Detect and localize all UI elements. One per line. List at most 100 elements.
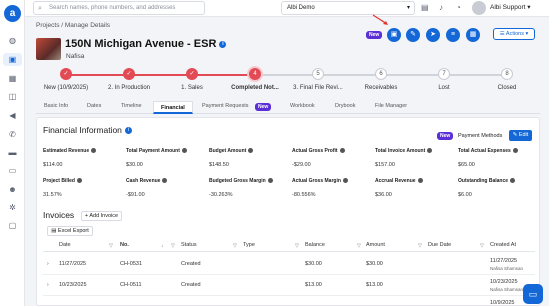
- filter-icon[interactable]: ▽: [295, 243, 299, 249]
- add-invoice-button[interactable]: + Add Invoice: [81, 211, 122, 221]
- info-icon[interactable]: i: [124, 127, 132, 135]
- metric-value: $30.00: [126, 162, 143, 168]
- invoices-title: Invoices: [43, 210, 75, 220]
- info-icon[interactable]: [342, 178, 348, 184]
- calendar-icon[interactable]: ▦: [8, 74, 17, 83]
- clock-icon[interactable]: ◔: [456, 3, 461, 12]
- bell-icon[interactable]: ♪: [439, 3, 443, 12]
- step-number: 8: [501, 68, 513, 80]
- cell-balance: $13.00: [305, 282, 322, 288]
- filter-icon[interactable]: ▽: [357, 243, 361, 249]
- cell-amount: $30.00: [366, 261, 383, 267]
- financial-card: Financial Information i New Payment Metho…: [36, 117, 540, 306]
- info-icon[interactable]: [510, 178, 516, 184]
- tab-basic-info[interactable]: Basic Info: [44, 103, 68, 109]
- check-icon: ✓: [60, 68, 72, 80]
- col-amount[interactable]: Amount: [366, 242, 385, 248]
- monitor-icon[interactable]: ▢: [8, 221, 17, 230]
- tab-dates[interactable]: Dates: [87, 103, 101, 109]
- phone-icon[interactable]: ✆: [8, 130, 17, 139]
- metric: Budgeted Gross Margin -30.263%: [209, 178, 293, 198]
- tab-timeline[interactable]: Timeline: [121, 103, 142, 109]
- info-icon[interactable]: [267, 178, 273, 184]
- megaphone-icon[interactable]: ◀: [8, 111, 17, 120]
- metric-value: -$91.00: [126, 192, 145, 198]
- tab-drybook[interactable]: Drybook: [335, 103, 355, 109]
- col-due-date[interactable]: Due Date: [428, 242, 451, 248]
- actions-dropdown-button[interactable]: ☰ Actions ▾: [493, 28, 535, 40]
- metric-value: $157.00: [375, 162, 395, 168]
- metric: Accrual Revenue $36.00: [375, 178, 459, 198]
- metric: Budget Amount $148.50: [209, 148, 293, 168]
- user-avatar[interactable]: [472, 1, 486, 15]
- cell-no[interactable]: CH-0511: [120, 282, 142, 288]
- metric-label: Actual Gross Margin: [292, 178, 341, 184]
- filter-icon[interactable]: ▽: [171, 243, 175, 249]
- metric-label: Budget Amount: [209, 148, 247, 154]
- info-icon[interactable]: [512, 148, 518, 154]
- edit-action-button[interactable]: ✎: [406, 28, 420, 42]
- edit-label: Edit: [518, 132, 529, 138]
- calendar-alt-action-button[interactable]: ▦: [466, 28, 480, 42]
- company-selector[interactable]: Albi Demo ▾: [281, 1, 415, 15]
- info-icon[interactable]: [162, 178, 168, 184]
- payment-methods-link[interactable]: Payment Methods: [458, 133, 502, 139]
- settings-icon[interactable]: ✲: [8, 203, 17, 212]
- table-row[interactable]: › 10/23/2025 CH-0511 Created $13.00 $13.…: [43, 276, 535, 296]
- calendar-action-button[interactable]: ▣: [387, 28, 401, 42]
- info-icon[interactable]: [339, 148, 345, 154]
- project-thumbnail: [36, 38, 61, 60]
- step-number: 4: [249, 68, 261, 80]
- col-no[interactable]: No.: [120, 242, 129, 248]
- list-action-button[interactable]: ≡: [446, 28, 460, 42]
- col-balance[interactable]: Balance: [305, 242, 325, 248]
- app-logo[interactable]: a: [4, 5, 21, 22]
- tab-workbook[interactable]: Workbook: [290, 103, 315, 109]
- arrow-pointer-icon: [372, 14, 388, 25]
- new-badge: New: [255, 103, 272, 111]
- info-icon[interactable]: [417, 178, 423, 184]
- metric: Total Invoice Amount $157.00: [375, 148, 459, 168]
- excel-export-button[interactable]: ▤ Excel Export: [47, 226, 93, 236]
- info-icon[interactable]: [181, 148, 187, 154]
- sort-icon[interactable]: ↓: [161, 243, 164, 249]
- tab-file-manager[interactable]: File Manager: [375, 103, 407, 109]
- map-icon[interactable]: ◫: [8, 92, 17, 101]
- send-action-button[interactable]: ➤: [426, 28, 440, 42]
- cell-no[interactable]: CH-0531: [120, 261, 142, 267]
- table-row[interactable]: › 11/27/2025 CH-0531 Created $30.00 $30.…: [43, 255, 535, 275]
- chevron-right-icon[interactable]: ›: [47, 261, 49, 267]
- tab-payment-requests[interactable]: Payment Requests: [202, 103, 248, 109]
- folder-icon[interactable]: ▬: [8, 148, 17, 157]
- truck-icon[interactable]: ▭: [8, 166, 17, 175]
- filter-icon[interactable]: ▽: [480, 243, 484, 249]
- info-icon[interactable]: [427, 148, 433, 154]
- search-input[interactable]: ⌕ Search names, phone numbers, and addre…: [33, 1, 205, 15]
- financial-title: Financial Information i: [43, 125, 132, 135]
- briefcase-icon[interactable]: ▣: [8, 55, 17, 64]
- filter-icon[interactable]: ▽: [233, 243, 237, 249]
- info-icon[interactable]: [76, 178, 82, 184]
- info-icon[interactable]: [248, 148, 254, 154]
- metric: Actual Gross Margin -80.556%: [292, 178, 376, 198]
- col-created-at[interactable]: Created At: [490, 242, 516, 248]
- tab-financial[interactable]: Financial: [153, 101, 193, 114]
- project-title-text: 150N Michigan Avenue - ESR: [65, 38, 217, 50]
- chevron-right-icon[interactable]: ›: [47, 282, 49, 288]
- filter-icon[interactable]: ▽: [109, 243, 113, 249]
- col-status[interactable]: Status: [181, 242, 197, 248]
- filter-icon[interactable]: ▽: [418, 243, 422, 249]
- edit-button[interactable]: ✎ Edit: [509, 130, 532, 141]
- table-row[interactable]: 10/9/2025: [43, 297, 535, 306]
- search-icon: ⌕: [38, 5, 42, 12]
- info-icon[interactable]: i: [219, 40, 227, 48]
- stepper-step[interactable]: 8 Closed: [467, 68, 547, 91]
- users-icon[interactable]: ☻: [8, 185, 17, 194]
- col-type[interactable]: Type: [243, 242, 255, 248]
- globe-icon[interactable]: ◍: [8, 36, 17, 45]
- col-date[interactable]: Date: [59, 242, 71, 248]
- chat-icon[interactable]: ▤: [421, 3, 429, 12]
- user-menu[interactable]: Albi Support ▾: [490, 3, 531, 11]
- chat-support-button[interactable]: ▭: [523, 284, 543, 304]
- info-icon[interactable]: [91, 148, 97, 154]
